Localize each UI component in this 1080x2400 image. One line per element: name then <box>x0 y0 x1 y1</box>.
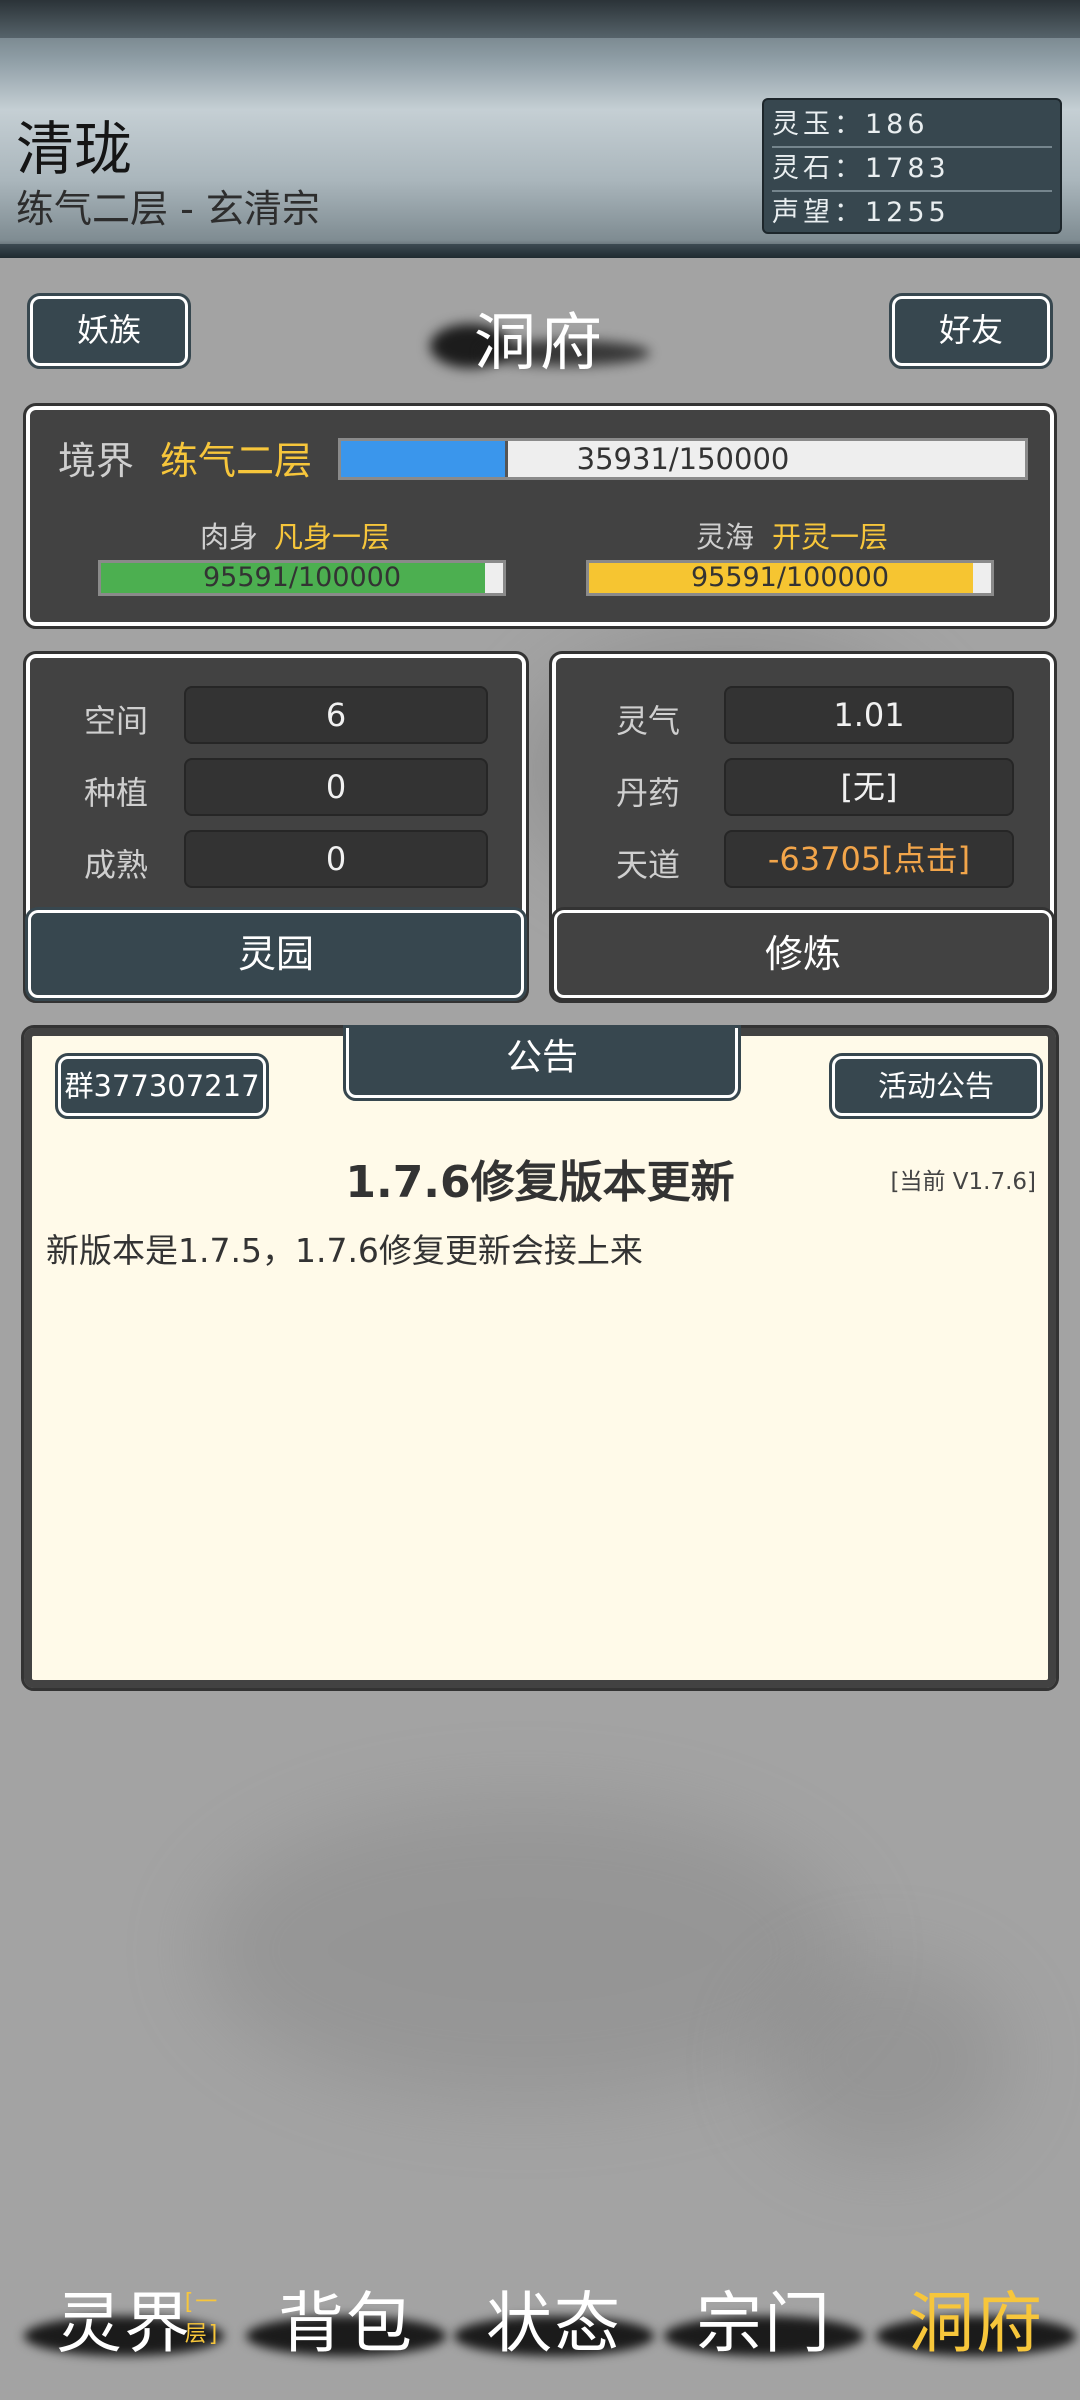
page-title: 洞府 <box>420 290 660 380</box>
garden-plant-value: 0 <box>184 758 488 816</box>
cultivate-button[interactable]: 修炼 <box>551 907 1055 1001</box>
currency-panel: 灵玉：186 灵石：1783 声望：1255 <box>762 98 1062 234</box>
body-label: 肉身 <box>200 520 259 554</box>
sea-label: 灵海 <box>696 520 755 554</box>
notice-body: 新版本是1.7.5，1.7.6修复更新会接上来 <box>46 1231 643 1270</box>
realm-label: 境界 <box>58 439 135 483</box>
qi-label: 灵气 <box>616 702 681 740</box>
nav-sect[interactable]: 宗门 <box>664 2270 864 2362</box>
sea-value: 开灵一层 <box>772 520 889 554</box>
body-progress-bar: 95591/100000 <box>98 560 506 596</box>
garden-plant-label: 种植 <box>84 774 149 812</box>
currency-jade: 灵玉：186 <box>772 104 1052 148</box>
qi-value: 1.01 <box>724 686 1014 744</box>
body-progress-text: 95591/100000 <box>202 562 402 593</box>
yaozu-button[interactable]: 妖族 <box>27 293 191 369</box>
tab-announcement[interactable]: 公告 <box>343 1025 741 1101</box>
sea-progress-bar: 95591/100000 <box>586 560 994 596</box>
heaven-value-button[interactable]: -63705[点击] <box>724 830 1014 888</box>
currency-prestige: 声望：1255 <box>772 197 950 228</box>
ink-wash-decoration <box>760 1960 1010 2160</box>
group-number-button[interactable]: 群377307217 <box>55 1053 269 1119</box>
player-subtitle: 练气二层 - 玄清宗 <box>16 187 320 231</box>
nav-label: 宗门 <box>696 2285 832 2362</box>
nav-label: 洞府 <box>908 2285 1044 2362</box>
realm-panel: 境界 练气二层 35931/150000 肉身 凡身一层 95591/10000… <box>23 403 1057 629</box>
realm-progress-text: 35931/150000 <box>576 442 790 476</box>
nav-label: 状态 <box>486 2285 622 2362</box>
garden-ripe-label: 成熟 <box>84 846 149 884</box>
sea-progress-text: 95591/100000 <box>690 562 890 593</box>
realm-progress-bar: 35931/150000 <box>338 438 1028 480</box>
ink-wash-decoration <box>200 1800 850 2100</box>
friends-button[interactable]: 好友 <box>889 293 1053 369</box>
header-banner: 清珑 练气二层 - 玄清宗 灵玉：186 灵石：1783 声望：1255 <box>0 0 1080 258</box>
spirit-garden-button[interactable]: 灵园 <box>25 907 527 1001</box>
nav-cave-active[interactable]: 洞府 <box>876 2270 1076 2362</box>
nav-label: 背包 <box>278 2285 414 2362</box>
player-name: 清珑 <box>16 115 133 183</box>
currency-stone: 灵石：1783 <box>772 148 1052 192</box>
pill-value[interactable]: [无] <box>724 758 1014 816</box>
garden-space-value: 6 <box>184 686 488 744</box>
nav-status[interactable]: 状态 <box>454 2270 654 2362</box>
body-value: 凡身一层 <box>274 520 391 554</box>
nav-spirit-realm[interactable]: 灵界 [一层] <box>24 2270 224 2362</box>
pill-label: 丹药 <box>616 774 681 812</box>
nav-label: 灵界 <box>56 2285 192 2362</box>
activity-notice-button[interactable]: 活动公告 <box>829 1053 1043 1119</box>
heaven-label: 天道 <box>616 846 681 884</box>
realm-value: 练气二层 <box>160 439 313 483</box>
nav-backpack[interactable]: 背包 <box>246 2270 446 2362</box>
page-title-text: 洞府 <box>473 306 606 379</box>
nav-badge: [一层] <box>184 2290 220 2347</box>
garden-ripe-value: 0 <box>184 830 488 888</box>
garden-space-label: 空间 <box>84 702 149 740</box>
current-version: [当前 V1.7.6] <box>890 1169 1036 1195</box>
notice-panel: 群377307217 公告 活动公告 1.7.6修复版本更新 [当前 V1.7.… <box>21 1025 1059 1691</box>
